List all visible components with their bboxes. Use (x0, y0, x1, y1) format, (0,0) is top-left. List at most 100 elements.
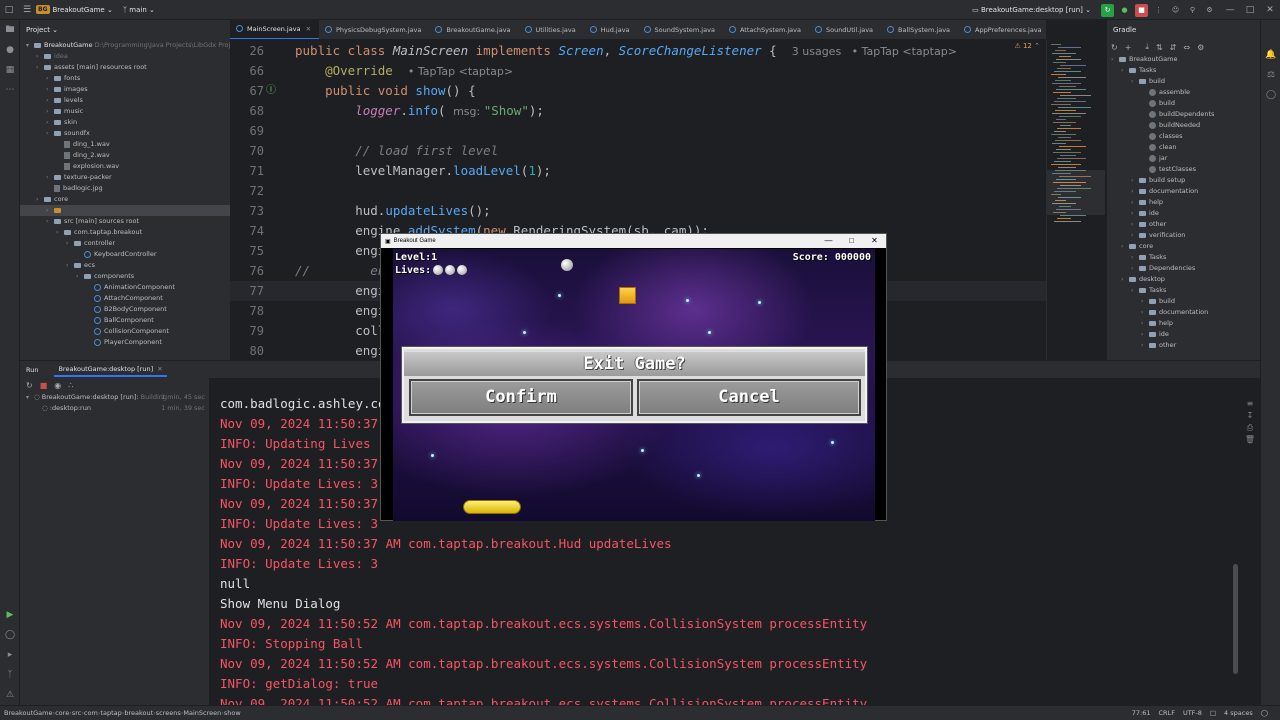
editor-tab[interactable]: SoundUtil.java (809, 20, 881, 39)
breadcrumb-item[interactable]: BreakoutGame (4, 709, 53, 717)
maximize-button[interactable]: □ (1240, 5, 1260, 15)
rerun-button[interactable]: ↻ (1101, 3, 1114, 17)
gradle-tree-item[interactable]: › Tasks (1107, 65, 1260, 76)
more-icon[interactable]: ⋮ (1152, 4, 1165, 17)
project-folder-icon[interactable]: 🖿 (0, 20, 20, 40)
more-tools-icon[interactable]: ⋯ (0, 80, 20, 100)
download-icon[interactable]: ⤓ (1145, 42, 1149, 52)
gradle-tree-item[interactable]: › verification (1107, 230, 1260, 241)
editor-tab[interactable]: Hud.java (584, 20, 638, 39)
settings-icon[interactable]: ⚙ (1203, 4, 1216, 17)
gradle-tree-item[interactable]: › build setup (1107, 175, 1260, 186)
code-line[interactable]: 72 (230, 181, 1046, 201)
gradle-tree-item[interactable]: › ide (1107, 329, 1260, 340)
project-panel-header[interactable]: Project ⌄ (20, 20, 230, 40)
refresh-icon[interactable]: ↻ (1111, 43, 1118, 52)
project-tree-item[interactable]: › com.taptap.breakout (20, 227, 230, 238)
project-tree-item[interactable]: › assets [main] resources root (20, 62, 230, 73)
breadcrumb-item[interactable]: src (72, 709, 82, 717)
minimize-button[interactable]: — (1220, 5, 1240, 15)
gradle-tree-item[interactable]: build (1107, 98, 1260, 109)
editor-tab[interactable]: Utilities.java (519, 20, 584, 39)
project-selector[interactable]: BG BreakoutGame ⌄ (36, 5, 113, 14)
code-minimap[interactable] (1046, 40, 1106, 360)
structure-icon[interactable]: ▦ (0, 60, 20, 80)
gradle-tree-item[interactable]: › Tasks (1107, 285, 1260, 296)
git-icon[interactable]: ᛉ (0, 665, 20, 685)
project-tree-item[interactable]: › src [main] sources root (20, 216, 230, 227)
project-tree-item[interactable]: › skin (20, 117, 230, 128)
code-line[interactable]: 73 hud.updateLives(); (230, 201, 1046, 221)
game-window-titlebar[interactable]: ▣ Breakout Game — □ ✕ (381, 234, 886, 248)
project-tree-item[interactable]: › ecs (20, 260, 230, 271)
project-tree-item[interactable]: BallComponent (20, 315, 230, 326)
code-line[interactable]: 66 @Override • TapTap <taptap> (230, 61, 1046, 81)
services-icon[interactable]: ◯ (0, 625, 20, 645)
caret-position[interactable]: 77:61 (1132, 709, 1151, 717)
view-icon[interactable]: ◉ (54, 381, 61, 390)
terminal-icon[interactable]: ▸ (0, 645, 20, 665)
problems-icon[interactable]: ⚠ (0, 685, 20, 705)
scroll-end-icon[interactable]: ↧ (1240, 410, 1260, 422)
project-tree-item[interactable]: › texture-packer (20, 172, 230, 183)
gradle-tree-item[interactable]: › other (1107, 340, 1260, 351)
editor-tab[interactable]: AttachSystem.java (723, 20, 809, 39)
project-tree-item[interactable]: B2BodyComponent (20, 304, 230, 315)
breadcrumb-item[interactable]: screens (156, 709, 181, 717)
print-icon[interactable]: ⎙ (1240, 422, 1260, 434)
branch-selector[interactable]: ᛉ main ⌄ (123, 6, 155, 14)
trash-icon[interactable]: 🗑 (1240, 434, 1260, 446)
stop-button[interactable]: ■ (1135, 3, 1148, 17)
breadcrumb-item[interactable]: breakout (124, 709, 153, 717)
game-viewport[interactable]: Level:1 Lives: Score: 000000 Exit Game? … (393, 249, 875, 521)
gradle-tree-item[interactable]: jar (1107, 153, 1260, 164)
editor-tab[interactable]: BreakoutGame.java (429, 20, 518, 39)
project-tree-item[interactable]: › fonts (20, 73, 230, 84)
rerun-icon[interactable]: ↻ (26, 381, 33, 390)
gradle-tree-item[interactable]: clean (1107, 142, 1260, 153)
gradle-tree-item[interactable]: buildNeeded (1107, 120, 1260, 131)
code-line[interactable]: 67 Ⓘ public void show() { (230, 81, 1046, 101)
code-line[interactable]: 69 (230, 121, 1046, 141)
project-root[interactable]: ▾ BreakoutGame D:\Programming\Java Projec… (20, 40, 230, 51)
run-tree-item[interactable]: ▾ ◌ BreakoutGame:desktop [run]: Building 1… (20, 392, 209, 403)
minimap-viewport[interactable] (1047, 170, 1105, 215)
override-gutter-icon[interactable]: Ⓘ (266, 81, 276, 101)
editor-tab[interactable]: AppPreferences.java (958, 20, 1046, 39)
run-tree-item[interactable]: ◌ :desktop:run 1 min, 39 sec (20, 403, 209, 414)
breadcrumb-item[interactable]: MainScreen (183, 709, 221, 717)
project-tree-item[interactable]: ding_2.wav (20, 150, 230, 161)
gradle-tree-item[interactable]: › documentation (1107, 186, 1260, 197)
debug-button[interactable]: ● (1118, 4, 1131, 17)
notifications-icon[interactable]: 🔔 (1261, 45, 1280, 65)
gradle-tree-item[interactable]: assemble (1107, 87, 1260, 98)
project-tree-item[interactable]: › levels (20, 95, 230, 106)
game-close-button[interactable]: ✕ (863, 234, 886, 248)
project-tree-item[interactable]: AnimationComponent (20, 282, 230, 293)
confirm-button[interactable]: Confirm (409, 379, 633, 416)
gradle-tree-item[interactable]: classes (1107, 131, 1260, 142)
gradle-tree-item[interactable]: › documentation (1107, 307, 1260, 318)
project-tree-item[interactable]: › idea (20, 51, 230, 62)
project-tree-item[interactable]: AttachComponent (20, 293, 230, 304)
project-tree-item[interactable]: › controller (20, 238, 230, 249)
project-tree-item[interactable]: ding_1.wav (20, 139, 230, 150)
code-line[interactable]: 68 logger.info( msg: "Show"); (230, 101, 1046, 121)
project-tree-item[interactable]: KeyboardController (20, 249, 230, 260)
run-tool-icon[interactable]: ▶ (0, 605, 20, 625)
git-status-icon[interactable]: ◯ (1261, 709, 1268, 717)
gradle-tree-item[interactable]: testClasses (1107, 164, 1260, 175)
run-config-tab[interactable]: BreakoutGame:desktop [run] ✕ (54, 363, 167, 377)
account-icon[interactable]: ☺ (1169, 4, 1182, 17)
database-icon[interactable]: ◯ (1261, 85, 1280, 105)
gradle-tree-item[interactable]: › Dependencies (1107, 263, 1260, 274)
editor-tab[interactable]: SoundSystem.java (638, 20, 723, 39)
line-separator[interactable]: CRLF (1159, 709, 1175, 717)
close-icon[interactable]: ✕ (306, 25, 311, 33)
code-line[interactable]: 71 levelManager.loadLevel(1); (230, 161, 1046, 181)
cancel-button[interactable]: Cancel (637, 379, 861, 416)
breadcrumb-item[interactable]: taptap (100, 709, 121, 717)
code-line[interactable]: 70 // load first level (230, 141, 1046, 161)
gradle-tree-item[interactable]: › other (1107, 219, 1260, 230)
project-tree-item[interactable]: › images (20, 84, 230, 95)
